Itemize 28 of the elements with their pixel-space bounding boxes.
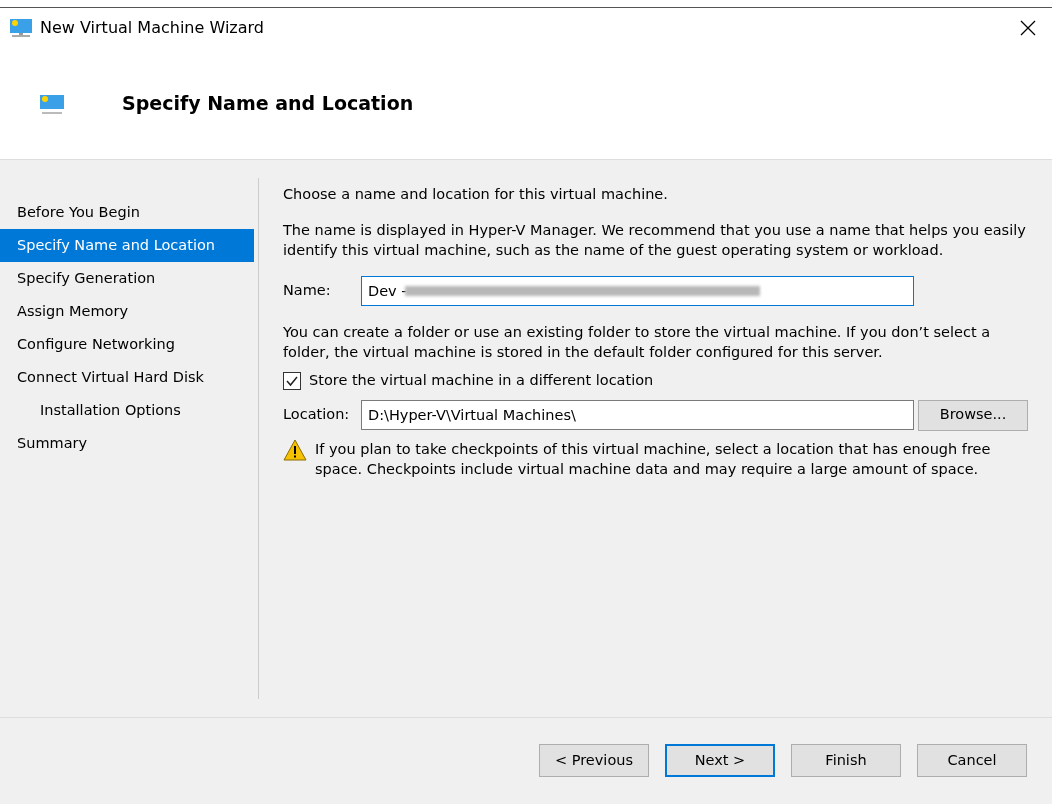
wizard-button[interactable]: Next >: [665, 744, 775, 777]
name-help-text: The name is displayed in Hyper-V Manager. We recommend that you use a name that helps you easily identify this virtual machine, such as the name of the guest operating system or workload.: [283, 221, 1027, 260]
store-checkbox[interactable]: [283, 371, 301, 390]
close-icon[interactable]: [1020, 20, 1036, 36]
location-field[interactable]: D:\Hyper-V\Virtual Machines\: [361, 400, 914, 431]
wizard-step[interactable]: Connect Virtual Hard Disk: [0, 361, 254, 394]
monitor-icon: [40, 93, 64, 114]
checkbox-label: Store the virtual machine in a different location: [309, 371, 654, 390]
warning-icon: [283, 438, 307, 461]
window-title: New Virtual Machine Wizard: [40, 17, 264, 39]
wizard-button[interactable]: < Previous: [539, 744, 649, 777]
wizard-step[interactable]: Assign Memory: [0, 295, 254, 328]
monitor-icon: [10, 18, 32, 38]
wizard-step[interactable]: Before You Begin: [0, 196, 254, 229]
wizard-step[interactable]: Summary: [0, 427, 254, 460]
intro-text: Choose a name and location for this virtual machine.: [283, 185, 669, 204]
wizard-button[interactable]: Finish: [791, 744, 901, 777]
wizard-step[interactable]: Specify Generation: [0, 262, 254, 295]
name-label: Name:: [283, 281, 332, 301]
warning-text: If you plan to take checkpoints of this virtual machine, select a location that has enough free space. Checkpoints include virtual machine data and may require a large amount of space.: [315, 439, 992, 479]
location-label: Location:: [283, 405, 351, 425]
browse-button[interactable]: Browse...: [918, 399, 1028, 431]
wizard-step[interactable]: Specify Name and Location: [0, 229, 254, 262]
wizard-step[interactable]: Configure Networking: [0, 328, 254, 361]
folder-help-text: You can create a folder or use an existing folder to store the virtual machine. If you don’t select a folder, the virtual machine is stored in the default folder configured for this server.: [283, 323, 992, 362]
page-heading: Specify Name and Location: [122, 91, 414, 117]
wizard-step[interactable]: Installation Options: [0, 394, 254, 427]
wizard-button[interactable]: Cancel: [917, 744, 1027, 777]
